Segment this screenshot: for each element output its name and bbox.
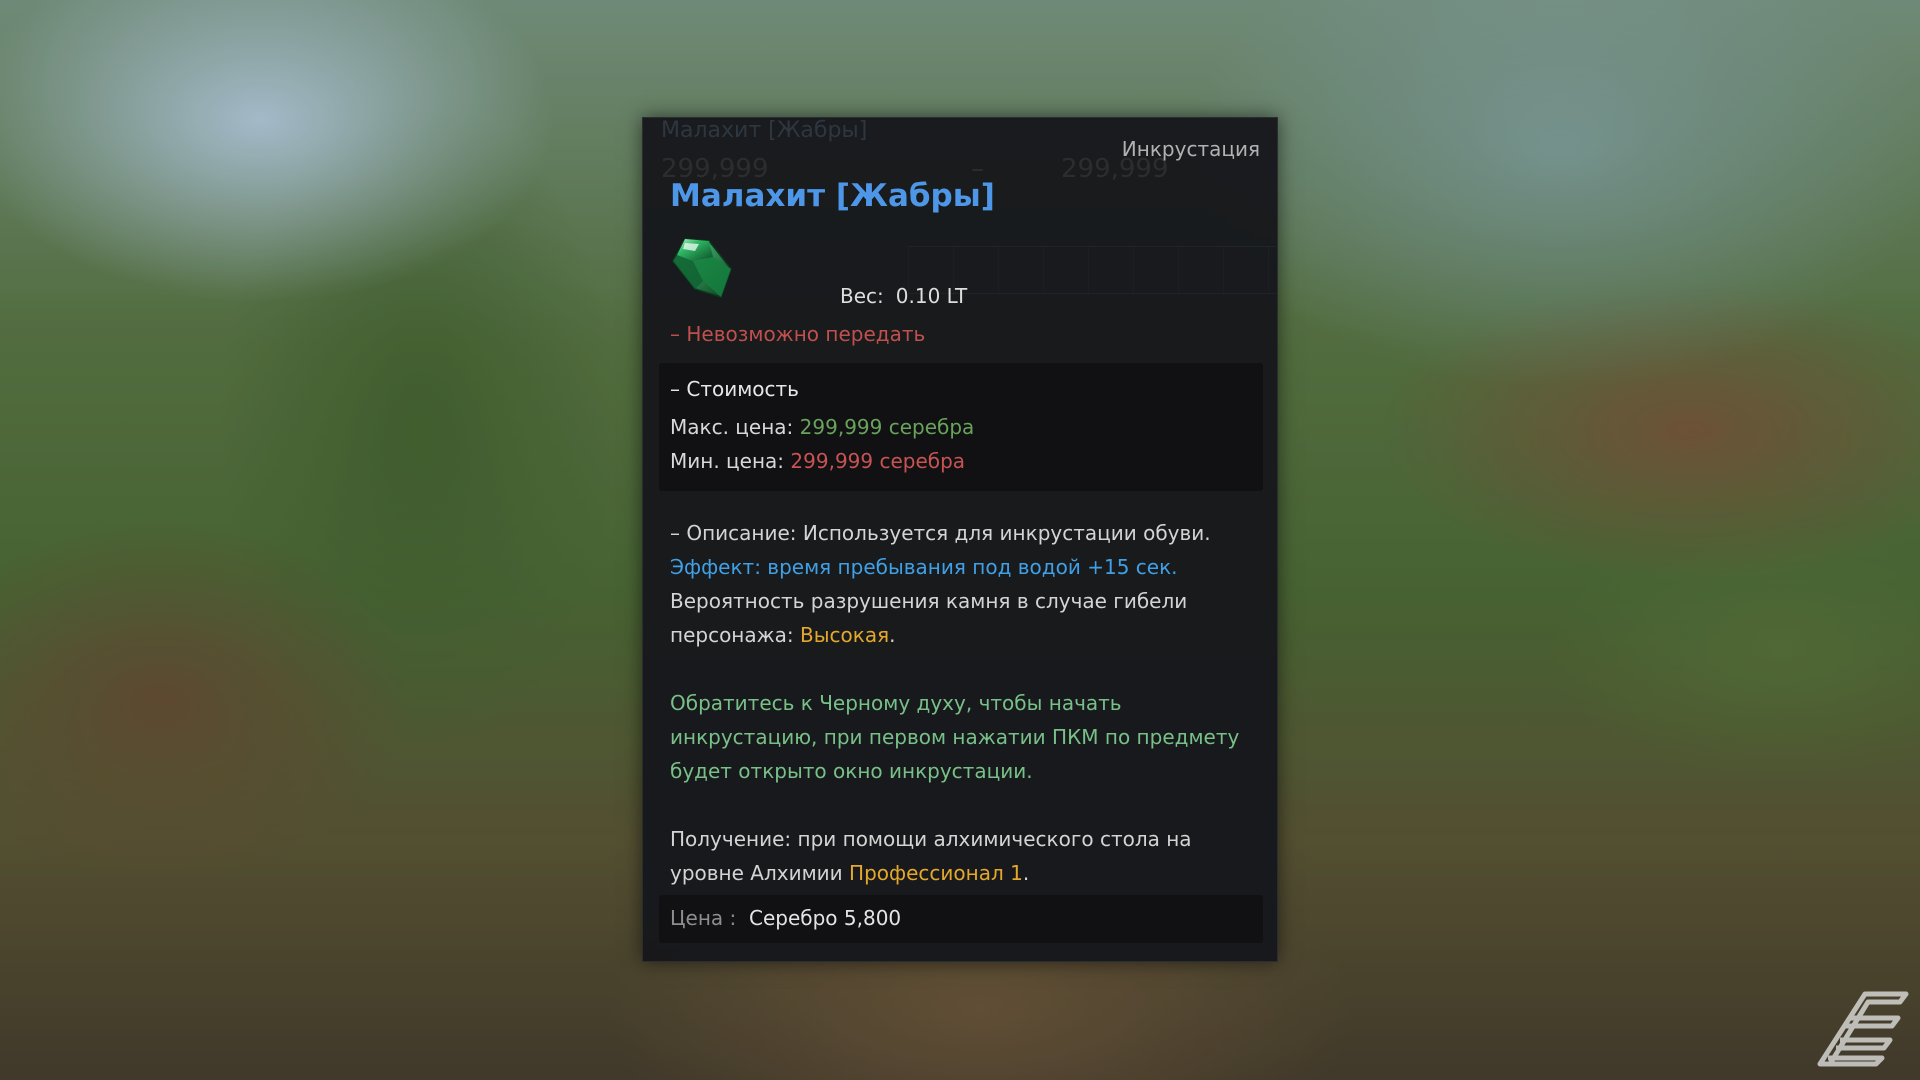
sell-price-label: Цена :	[670, 906, 737, 930]
sell-price-value: Серебро 5,800	[749, 906, 902, 930]
break-chance-prefix: персонажа:	[670, 623, 801, 647]
not-tradable-notice: – Невозможно передать	[670, 322, 926, 346]
item-description: – Описание: Используется для инкрустации…	[670, 516, 1260, 890]
cost-section: – Стоимость Макс. цена: 299,999 серебра …	[659, 363, 1263, 491]
spirit-hint-line: будет открыто окно инкрустации.	[670, 759, 1033, 783]
max-price-label: Макс. цена:	[670, 415, 794, 439]
obtain-level-suffix: .	[1022, 861, 1030, 885]
max-price-value: 299,999 серебра	[799, 415, 975, 439]
cost-header: – Стоимость	[670, 377, 799, 401]
obtain-level-prefix: уровне Алхимии	[670, 861, 850, 885]
obtain-level-value: Профессионал 1	[849, 861, 1023, 885]
min-price-value: 299,999 серебра	[790, 449, 966, 473]
description-line: – Описание: Используется для инкрустации…	[670, 521, 1211, 545]
obtain-level-line: уровне Алхимии Профессионал 1.	[670, 856, 1260, 890]
green-gem-icon	[672, 238, 732, 298]
break-chance-value-line: персонажа: Высокая.	[670, 618, 1260, 652]
min-price-label: Мин. цена:	[670, 449, 785, 473]
item-tooltip: Малахит [Жабры] 299,999 – 299,999 Инкрус…	[642, 117, 1278, 962]
max-price-row: Макс. цена: 299,999 серебра	[670, 415, 974, 439]
sell-price-row: Цена : Серебро 5,800	[659, 895, 1263, 943]
min-price-row: Мин. цена: 299,999 серебра	[670, 449, 965, 473]
item-category: Инкрустация	[1121, 137, 1260, 161]
weight-value: 0.10 LT	[895, 284, 968, 308]
effect-line: Эффект: время пребывания под водой +15 с…	[670, 555, 1178, 579]
item-title: Малахит [Жабры]	[670, 178, 995, 214]
spirit-hint-line: инкрустацию, при первом нажатии ПКМ по п…	[670, 725, 1240, 749]
item-weight: Вес: 0.10 LT	[840, 284, 967, 308]
ghost-title: Малахит [Жабры]	[661, 118, 868, 143]
break-chance-value: Высокая	[800, 623, 890, 647]
spirit-hint-line: Обратитесь к Черному духу, чтобы начать	[670, 691, 1122, 715]
site-logo-icon	[1817, 991, 1909, 1067]
break-chance-suffix: .	[889, 623, 896, 647]
weight-label: Вес:	[840, 284, 884, 308]
obtain-line: Получение: при помощи алхимического стол…	[670, 827, 1192, 851]
break-chance-line: Вероятность разрушения камня в случае ги…	[670, 589, 1188, 613]
